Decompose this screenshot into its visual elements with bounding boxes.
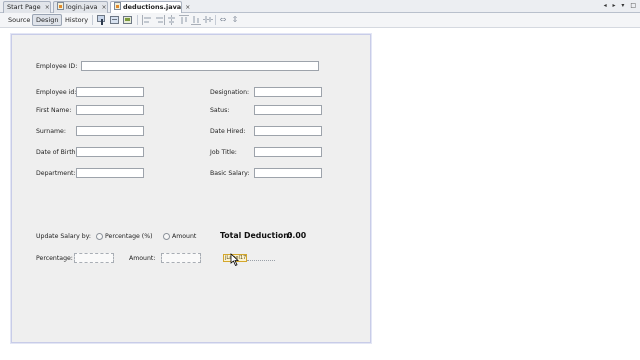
preview-design-icon[interactable]	[123, 15, 133, 25]
employee-id-top-label: Employee ID:	[36, 63, 78, 70]
status-field[interactable]	[254, 105, 322, 115]
alignment-guide-line	[247, 260, 275, 261]
amount-radio-label: Amount	[172, 233, 197, 240]
percentage-field[interactable]	[74, 253, 114, 263]
align-right-icon[interactable]	[155, 15, 165, 25]
percentage-label: Percentage:	[36, 255, 73, 262]
toolbar-separator	[137, 15, 138, 25]
toolbar-separator	[215, 15, 216, 25]
tab-start-page[interactable]: Start Page ×	[3, 1, 51, 13]
department-label: Department:	[36, 170, 76, 177]
basic-salary-field[interactable]	[254, 168, 322, 178]
first-name-label: First Name:	[36, 107, 72, 114]
toolbar-separator	[92, 15, 93, 25]
history-view-button[interactable]: History	[61, 14, 92, 26]
amount-field[interactable]	[161, 253, 201, 263]
jframe-design-canvas[interactable]: Employee ID: Employee id: First Name: Su…	[11, 34, 371, 343]
date-hired-label: Date Hired:	[210, 128, 246, 135]
designation-field[interactable]	[254, 87, 322, 97]
selection-mode-icon[interactable]	[97, 15, 107, 25]
employee-id-field[interactable]	[76, 87, 144, 97]
job-title-field[interactable]	[254, 147, 322, 157]
percentage-radio-label: Percentage (%)	[105, 233, 153, 240]
tab-login-java[interactable]: login.java ×	[53, 1, 108, 13]
close-icon[interactable]: ×	[102, 4, 107, 11]
tab-label: login.java	[66, 3, 98, 11]
java-file-icon	[114, 2, 121, 10]
percentage-radio[interactable]	[96, 233, 103, 240]
connection-mode-icon[interactable]	[110, 15, 120, 25]
total-deduction-label: Total Deduction:	[220, 231, 292, 240]
total-deduction-value: 0.00	[287, 231, 307, 240]
update-salary-by-label: Update Salary by:	[36, 233, 92, 240]
mouse-pointer-icon	[230, 253, 240, 267]
align-top-icon[interactable]	[179, 15, 189, 25]
source-view-button[interactable]: Source	[4, 14, 34, 26]
resize-horizontal-icon[interactable]: ⇔	[218, 15, 228, 25]
close-icon[interactable]: ×	[185, 4, 190, 11]
center-vertically-icon[interactable]	[203, 15, 213, 25]
department-field[interactable]	[76, 168, 144, 178]
surname-field[interactable]	[76, 126, 144, 136]
tab-label: deductions.java	[123, 3, 182, 11]
date-of-birth-field[interactable]	[76, 147, 144, 157]
basic-salary-label: Basic Salary:	[210, 170, 250, 177]
tab-label: Start Page	[7, 3, 41, 11]
java-file-icon	[57, 2, 64, 10]
employee-id-label: Employee id:	[36, 89, 77, 96]
status-label: Satus:	[210, 107, 230, 114]
date-hired-field[interactable]	[254, 126, 322, 136]
close-icon[interactable]: ×	[45, 4, 50, 11]
center-horizontally-icon[interactable]	[167, 15, 177, 25]
employee-id-search-field[interactable]	[81, 61, 319, 71]
editor-toolbar: Source Design History ⇔ ⇕	[0, 13, 640, 28]
resize-vertical-icon[interactable]: ⇕	[230, 15, 240, 25]
amount-label: Amount:	[129, 255, 156, 262]
editor-tab-bar: Start Page × login.java × deductions.java ×…	[0, 0, 640, 14]
align-left-icon[interactable]	[142, 15, 152, 25]
align-bottom-icon[interactable]	[191, 15, 201, 25]
designation-label: Designation:	[210, 89, 250, 96]
tab-scroll-controls[interactable]: ◂ ▸ ▾ □	[604, 2, 638, 9]
surname-label: Surname:	[36, 128, 66, 135]
first-name-field[interactable]	[76, 105, 144, 115]
job-title-label: Job Title:	[210, 149, 237, 156]
amount-radio[interactable]	[163, 233, 170, 240]
design-view-button[interactable]: Design	[32, 14, 63, 26]
date-of-birth-label: Date of Birth:	[36, 149, 78, 156]
